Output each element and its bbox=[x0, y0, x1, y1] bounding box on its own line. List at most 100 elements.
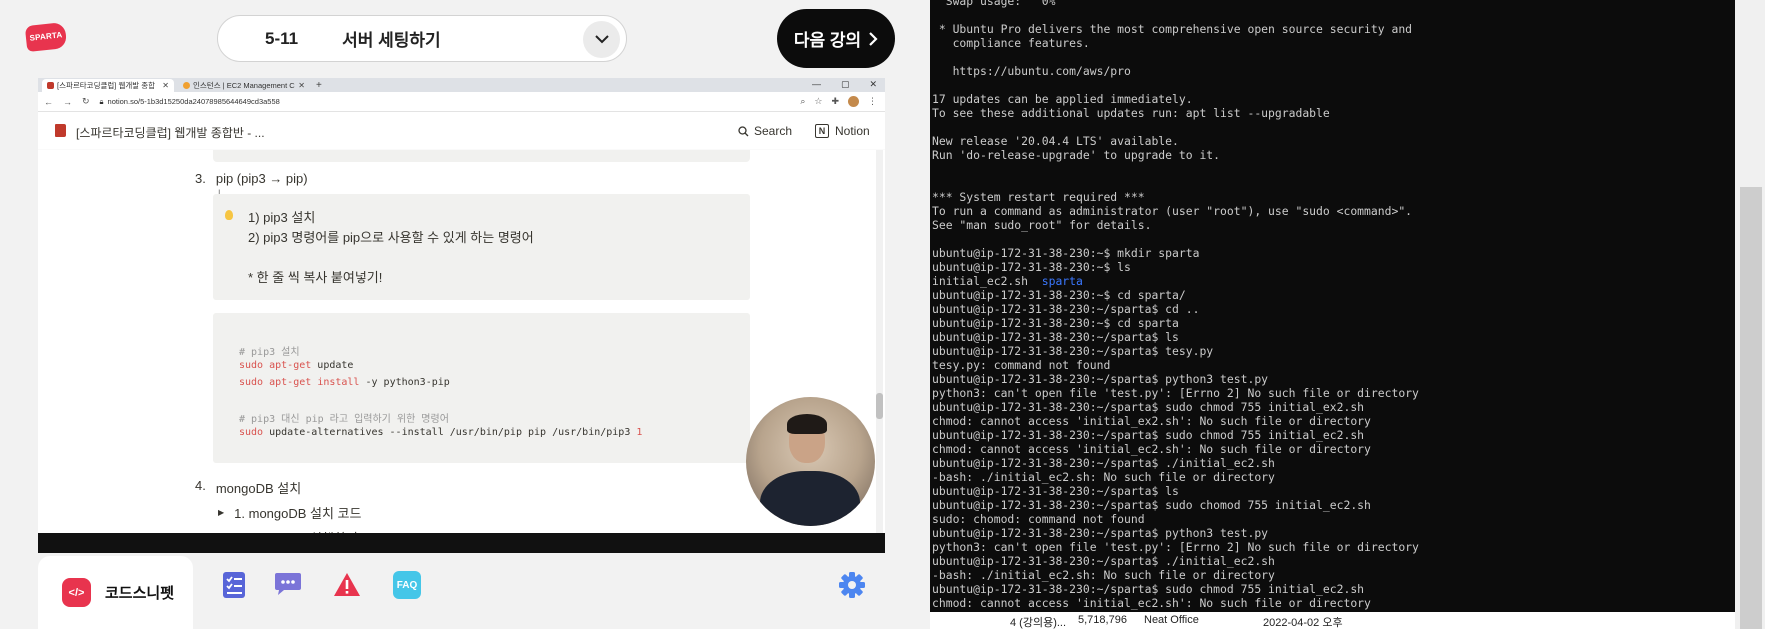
terminal-line: ubuntu@ip-172-31-38-230:~$ mkdir sparta bbox=[932, 246, 1200, 260]
ls-file: initial_ec2.sh bbox=[932, 274, 1042, 288]
callout-line: * 한 줄 씩 복사 붙여넣기! bbox=[248, 270, 383, 285]
terminal-line: ubuntu@ip-172-31-38-230:~/sparta$ python… bbox=[932, 372, 1269, 386]
scrollbar-thumb[interactable] bbox=[876, 393, 883, 419]
search-icon bbox=[738, 125, 749, 136]
terminal-line: 17 updates can be applied immediately. bbox=[932, 92, 1193, 106]
lock-icon: 🔒︎ bbox=[99, 96, 104, 106]
terminal-line: To see these additional updates run: apt… bbox=[932, 106, 1330, 120]
triangle-right-icon: ▶ bbox=[218, 508, 225, 517]
notion-search-button[interactable]: Search bbox=[738, 124, 792, 138]
terminal-line: ubuntu@ip-172-31-38-230:~$ ls bbox=[932, 260, 1131, 274]
terminal-line: tesy.py: command not found bbox=[932, 358, 1111, 372]
close-window-icon[interactable]: ✕ bbox=[869, 79, 877, 90]
next-lecture-label: 다음 강의 bbox=[793, 31, 862, 50]
code-block[interactable]: # pip3 설치 sudo apt-get update sudo apt-g… bbox=[213, 313, 750, 463]
terminal-line: ubuntu@ip-172-31-38-230:~/sparta$ sudo c… bbox=[932, 498, 1371, 512]
terminal-line: *** System restart required *** bbox=[932, 190, 1145, 204]
browser-tab-ec2[interactable]: 인스턴스 | EC2 Management C ✕ bbox=[178, 79, 310, 92]
toggle-label: 1. mongoDB 설치 코드 bbox=[234, 506, 362, 521]
codesnippet-button[interactable]: </> 코드스니펫 bbox=[38, 556, 193, 629]
terminal-line: -bash: ./initial_ec2.sh: No such file or… bbox=[932, 568, 1275, 582]
url-text: notion.so/5-1b3d15250da24078985644649cd3… bbox=[107, 97, 280, 106]
warning-icon[interactable] bbox=[333, 571, 361, 599]
scrollbar-thumb[interactable] bbox=[1740, 187, 1762, 629]
terminal-line: ubuntu@ip-172-31-38-230:~/sparta$ ls bbox=[932, 484, 1179, 498]
terminal-window[interactable]: Swap usage: 0% * Ubuntu Pro delivers the… bbox=[930, 0, 1735, 629]
video-control-strip[interactable] bbox=[38, 533, 885, 553]
minimize-icon[interactable]: — bbox=[812, 79, 821, 90]
callout-line: 2) pip3 명령어를 pip으로 사용할 수 있게 하는 명령어 bbox=[248, 230, 534, 245]
bg-cell: Neat Office bbox=[1144, 614, 1199, 626]
maximize-icon[interactable]: ▢ bbox=[841, 79, 850, 90]
zoom-icon[interactable]: ⌕ bbox=[800, 96, 805, 107]
next-lecture-button[interactable]: 다음 강의 bbox=[777, 9, 895, 68]
notion-button[interactable]: N Notion bbox=[815, 124, 870, 138]
terminal-line: ubuntu@ip-172-31-38-230:~/sparta$ sudo c… bbox=[932, 400, 1365, 414]
lecture-title: 서버 세팅하기 bbox=[342, 31, 441, 50]
profile-avatar[interactable] bbox=[848, 96, 859, 107]
terminal-line: ubuntu@ip-172-31-38-230:~$ cd sparta/ bbox=[932, 288, 1186, 302]
book-icon bbox=[55, 124, 66, 137]
lecture-selector[interactable]: 5-11 서버 세팅하기 bbox=[217, 15, 627, 62]
chevron-down-icon[interactable] bbox=[583, 21, 620, 58]
terminal-line: https://ubuntu.com/aws/pro bbox=[932, 64, 1131, 78]
terminal-line: ubuntu@ip-172-31-38-230:~/sparta$ ./init… bbox=[932, 456, 1275, 470]
menu-dots-icon[interactable]: ⋮ bbox=[868, 96, 877, 107]
browser-tabbar: [스파르타코딩클럽] 웹개발 종합 ✕ 인스턴스 | EC2 Managemen… bbox=[38, 78, 885, 92]
bg-cell: 4 (강의용)... bbox=[1010, 617, 1067, 629]
terminal-line: To run a command as administrator (user … bbox=[932, 204, 1413, 218]
new-tab-icon[interactable]: + bbox=[316, 80, 322, 91]
extension-icon[interactable]: ✚ bbox=[831, 96, 839, 107]
previous-code-block bbox=[213, 150, 750, 162]
terminal-line: ubuntu@ip-172-31-38-230:~/sparta$ ./init… bbox=[932, 554, 1275, 568]
url-field[interactable]: 🔒︎ notion.so/5-1b3d15250da24078985644649… bbox=[100, 97, 280, 107]
code-comment: # pip3 대신 pip 라고 입력하기 위한 명령어 bbox=[239, 414, 449, 425]
terminal-scrollbar[interactable] bbox=[1735, 0, 1765, 629]
search-label: Search bbox=[754, 124, 793, 138]
terminal-line: ubuntu@ip-172-31-38-230:~/sparta$ tesy.p… bbox=[932, 344, 1214, 358]
sparta-logo[interactable]: SPARTA bbox=[24, 21, 68, 53]
terminal-line: ubuntu@ip-172-31-38-230:~$ cd sparta bbox=[932, 316, 1179, 330]
star-icon[interactable]: ☆ bbox=[814, 96, 822, 107]
terminal-line: Run 'do-release-upgrade' to upgrade to i… bbox=[932, 148, 1221, 162]
terminal-line: chmod: cannot access 'initial_ex2.sh': N… bbox=[932, 414, 1371, 428]
gear-icon[interactable] bbox=[838, 571, 866, 599]
chevron-right-icon bbox=[869, 31, 878, 46]
notion-favicon-icon bbox=[47, 82, 54, 89]
browser-tab-notion[interactable]: [스파르타코딩클럽] 웹개발 종합 ✕ bbox=[42, 79, 174, 92]
section-number: 4. bbox=[195, 478, 206, 493]
terminal-line: sudo: chomod: command not found bbox=[932, 512, 1145, 526]
close-icon[interactable]: ✕ bbox=[162, 81, 169, 90]
terminal-line: python3: can't open file 'test.py': [Err… bbox=[932, 386, 1419, 400]
back-icon[interactable]: ← bbox=[44, 97, 53, 107]
code-comment: # pip3 설치 bbox=[239, 347, 300, 358]
toggle-item[interactable]: ▶ 1. mongoDB 설치 코드 bbox=[218, 503, 361, 522]
faq-icon[interactable]: FAQ bbox=[393, 571, 421, 599]
section-title: pip (pip3 → pip) bbox=[215, 171, 308, 186]
chat-bubble-icon[interactable] bbox=[272, 571, 304, 599]
forward-icon[interactable]: → bbox=[63, 97, 72, 107]
notion-scrollbar[interactable] bbox=[876, 150, 883, 538]
terminal-line: Swap usage: 0% bbox=[932, 0, 1056, 8]
section-heading: 3. pip (pip3 → pip) bbox=[195, 171, 308, 186]
codesnippet-label: 코드스니펫 bbox=[105, 585, 175, 602]
code-line: sudo update-alternatives --install /usr/… bbox=[239, 427, 643, 438]
reload-icon[interactable]: ↻ bbox=[82, 96, 90, 107]
notion-page-title[interactable]: [스파르타코딩클럽] 웹개발 종합반 - ... bbox=[76, 124, 265, 141]
code-line: sudo apt-get install -y python3-pip bbox=[239, 377, 450, 388]
terminal-line: ubuntu@ip-172-31-38-230:~/sparta$ sudo c… bbox=[932, 582, 1365, 596]
code-line: sudo apt-get update bbox=[239, 360, 354, 371]
checklist-icon[interactable] bbox=[221, 571, 247, 599]
window-controls: — ▢ ✕ bbox=[812, 79, 877, 90]
terminal-line: See "man sudo_root" for details. bbox=[932, 218, 1152, 232]
callout-line: 1) pip3 설치 bbox=[248, 210, 316, 225]
aws-favicon-icon bbox=[183, 82, 190, 89]
close-icon[interactable]: ✕ bbox=[298, 81, 305, 90]
terminal-line: python3: can't open file 'test.py': [Err… bbox=[932, 540, 1419, 554]
section-title: mongoDB 설치 bbox=[215, 481, 302, 496]
terminal-line: initial_ec2.sh sparta bbox=[932, 274, 1083, 288]
terminal-line: compliance features. bbox=[932, 36, 1090, 50]
bg-cell: 5,718,796 bbox=[1078, 614, 1127, 626]
terminal-line: ubuntu@ip-172-31-38-230:~/sparta$ python… bbox=[932, 526, 1269, 540]
background-window-strip: 4 (강의용)... 5,718,796 Neat Office 2022-04… bbox=[930, 612, 1735, 629]
